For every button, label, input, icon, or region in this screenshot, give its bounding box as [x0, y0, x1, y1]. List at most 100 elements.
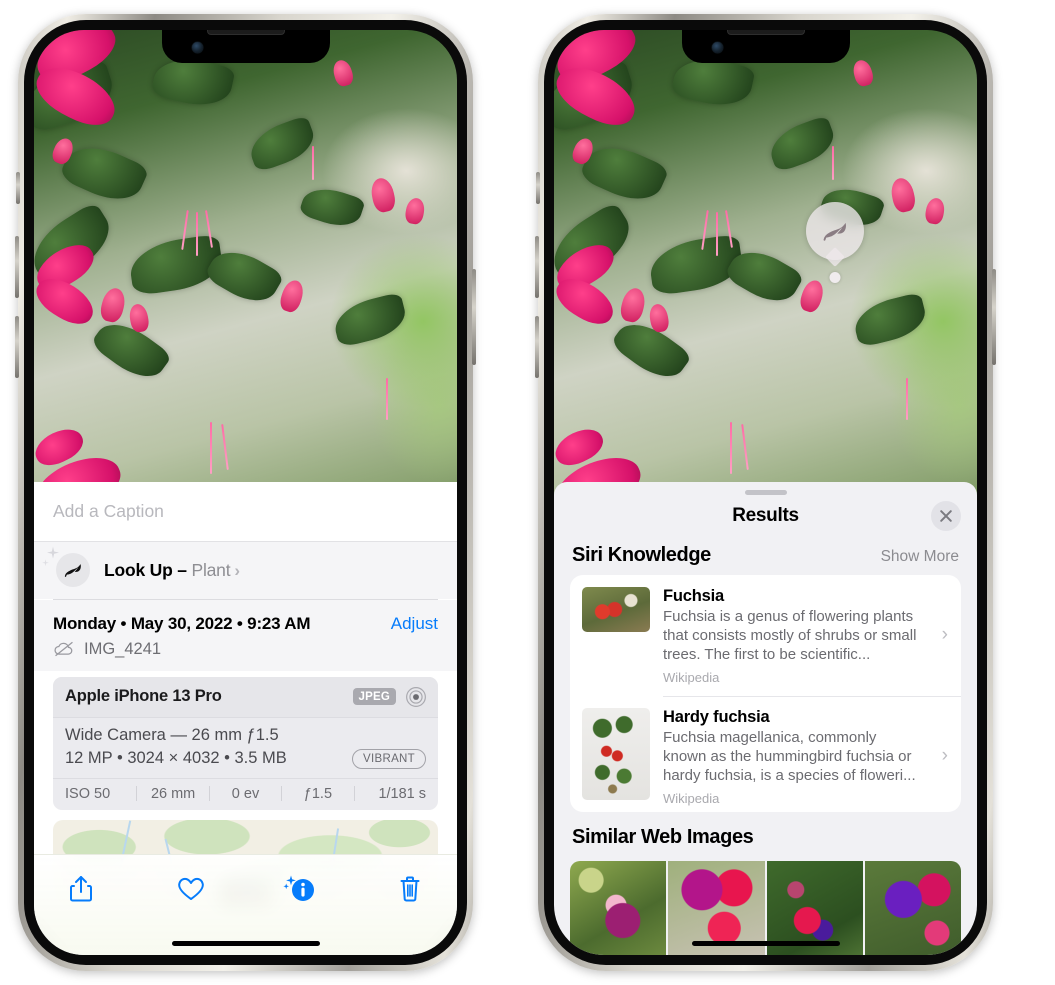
favorite-button[interactable]	[168, 869, 214, 909]
heart-icon	[177, 877, 204, 900]
flower-stamen	[730, 422, 732, 474]
volume-down-button[interactable]	[535, 316, 539, 378]
exif-body: Wide Camera — 26 mm ƒ1.5 12 MP • 3024 × …	[53, 718, 438, 778]
knowledge-text: Hardy fuchsia Fuchsia magellanica, commo…	[663, 708, 949, 806]
home-indicator[interactable]	[171, 941, 320, 946]
flower-stamen	[312, 146, 314, 180]
flower-stamen	[716, 212, 718, 256]
web-image-4[interactable]	[864, 860, 961, 955]
front-camera	[191, 42, 203, 53]
right-iphone-device: Results Siri Knowledge Show More Fuchsia…	[535, 14, 996, 971]
flower-stamen	[832, 146, 834, 180]
earpiece-speaker	[726, 30, 805, 35]
power-button[interactable]	[992, 269, 996, 365]
camera-device-name: Apple iPhone 13 Pro	[65, 687, 222, 705]
home-indicator[interactable]	[691, 941, 840, 946]
mute-switch[interactable]	[16, 172, 20, 204]
look-up-row[interactable]: Look Up – Plant ›	[34, 542, 457, 599]
visual-lookup-badge[interactable]	[806, 202, 864, 283]
similar-web-images-title: Similar Web Images	[572, 825, 754, 848]
format-badge: JPEG	[352, 688, 396, 705]
size-info-row: 12 MP • 3024 × 4032 • 3.5 MB VIBRANT	[65, 748, 426, 769]
screenshot-root: Add a Caption Look Up – Plant › Monday •…	[0, 0, 1055, 985]
exif-stat-exposure: 0 ev	[231, 785, 260, 802]
look-up-badge	[56, 553, 90, 587]
resolution-info: 12 MP • 3024 × 4032 • 3.5 MB	[65, 749, 287, 767]
thumbnail-image	[582, 587, 650, 633]
flower-stamen	[906, 378, 908, 420]
exif-header: Apple iPhone 13 Pro JPEG	[53, 676, 438, 718]
look-up-text: Look Up – Plant ›	[104, 560, 240, 581]
knowledge-title: Fuchsia	[663, 587, 724, 606]
flower-stamen	[386, 378, 388, 420]
icloud-slash-icon	[54, 641, 73, 657]
knowledge-item[interactable]: Hardy fuchsia Fuchsia magellanica, commo…	[570, 696, 961, 812]
right-screen: Results Siri Knowledge Show More Fuchsia…	[554, 30, 977, 955]
bubble-anchor-dot	[829, 272, 841, 283]
similar-web-images-header: Similar Web Images	[554, 812, 977, 855]
hdr-circles-icon	[406, 686, 426, 707]
exif-stats-row: ISO 50 26 mm 0 ev ƒ1.5 1/181 s	[53, 777, 438, 810]
mute-switch[interactable]	[536, 172, 540, 204]
volume-down-button[interactable]	[15, 316, 19, 378]
delete-button[interactable]	[387, 869, 433, 909]
date-line: Monday • May 30, 2022 • 9:23 AM Adjust	[53, 614, 438, 634]
show-more-button[interactable]: Show More	[881, 548, 959, 566]
leaf-icon	[823, 222, 846, 241]
siri-knowledge-header: Siri Knowledge Show More	[554, 538, 977, 575]
device-notch	[681, 30, 850, 63]
knowledge-thumbnail	[582, 587, 650, 633]
thumbnail-image	[582, 708, 650, 801]
photo-toolbar	[34, 854, 457, 955]
exif-stat-iso: ISO 50	[65, 785, 111, 802]
photo-viewer[interactable]	[554, 30, 977, 500]
exif-stat-aperture: ƒ1.5	[303, 785, 333, 802]
leaf-icon	[64, 564, 81, 577]
date-block: Monday • May 30, 2022 • 9:23 AM Adjust I…	[34, 599, 457, 671]
trash-icon	[400, 876, 420, 902]
knowledge-source: Wikipedia	[663, 669, 720, 685]
lens-info: Wide Camera — 26 mm ƒ1.5	[65, 725, 279, 744]
info-button[interactable]	[277, 869, 323, 909]
results-title: Results	[732, 505, 799, 527]
siri-knowledge-card: Fuchsia Fuchsia is a genus of flowering …	[570, 575, 961, 812]
results-header: Results	[554, 495, 977, 538]
file-line: IMG_4241	[53, 640, 438, 659]
volume-up-button[interactable]	[15, 236, 19, 298]
share-button[interactable]	[58, 869, 104, 909]
front-camera	[711, 42, 723, 53]
knowledge-title: Hardy fuchsia	[663, 708, 770, 727]
photo-info-sheet: Add a Caption Look Up – Plant › Monday •…	[34, 482, 457, 955]
look-up-label: Look Up	[104, 559, 173, 580]
exif-card: Apple iPhone 13 Pro JPEG Wide Camera — 2…	[53, 676, 438, 810]
look-up-dash: –	[177, 559, 187, 580]
chevron-right-icon: ›	[941, 624, 948, 646]
photo-date: Monday • May 30, 2022 • 9:23 AM	[53, 613, 311, 633]
knowledge-thumbnail	[582, 708, 650, 801]
close-button[interactable]	[931, 501, 961, 532]
left-iphone-device: Add a Caption Look Up – Plant › Monday •…	[15, 14, 476, 971]
earpiece-speaker	[206, 30, 285, 35]
adjust-button[interactable]: Adjust	[391, 614, 438, 634]
knowledge-source: Wikipedia	[663, 790, 720, 806]
exif-stat-shutter: 1/181 s	[378, 785, 427, 802]
caption-placeholder: Add a Caption	[53, 501, 164, 521]
power-button[interactable]	[472, 269, 476, 365]
file-name: IMG_4241	[84, 639, 162, 658]
close-icon	[940, 510, 952, 523]
volume-up-button[interactable]	[535, 236, 539, 298]
photo-viewer[interactable]	[34, 30, 457, 500]
visual-lookup-bubble[interactable]	[806, 202, 864, 267]
exif-stat-focal: 26 mm	[150, 785, 196, 802]
left-screen: Add a Caption Look Up – Plant › Monday •…	[34, 30, 457, 955]
knowledge-description: Fuchsia magellanica, commonly known as t…	[663, 729, 916, 785]
caption-input[interactable]: Add a Caption	[34, 482, 457, 542]
knowledge-item[interactable]: Fuchsia Fuchsia is a genus of flowering …	[570, 575, 961, 696]
knowledge-text: Fuchsia Fuchsia is a genus of flowering …	[663, 587, 949, 685]
look-up-subject: Plant	[191, 559, 231, 580]
siri-knowledge-title: Siri Knowledge	[572, 544, 711, 567]
share-icon	[70, 876, 92, 902]
device-notch	[161, 30, 330, 63]
exif-header-right: JPEG	[352, 686, 427, 708]
web-image-1[interactable]	[570, 860, 667, 955]
